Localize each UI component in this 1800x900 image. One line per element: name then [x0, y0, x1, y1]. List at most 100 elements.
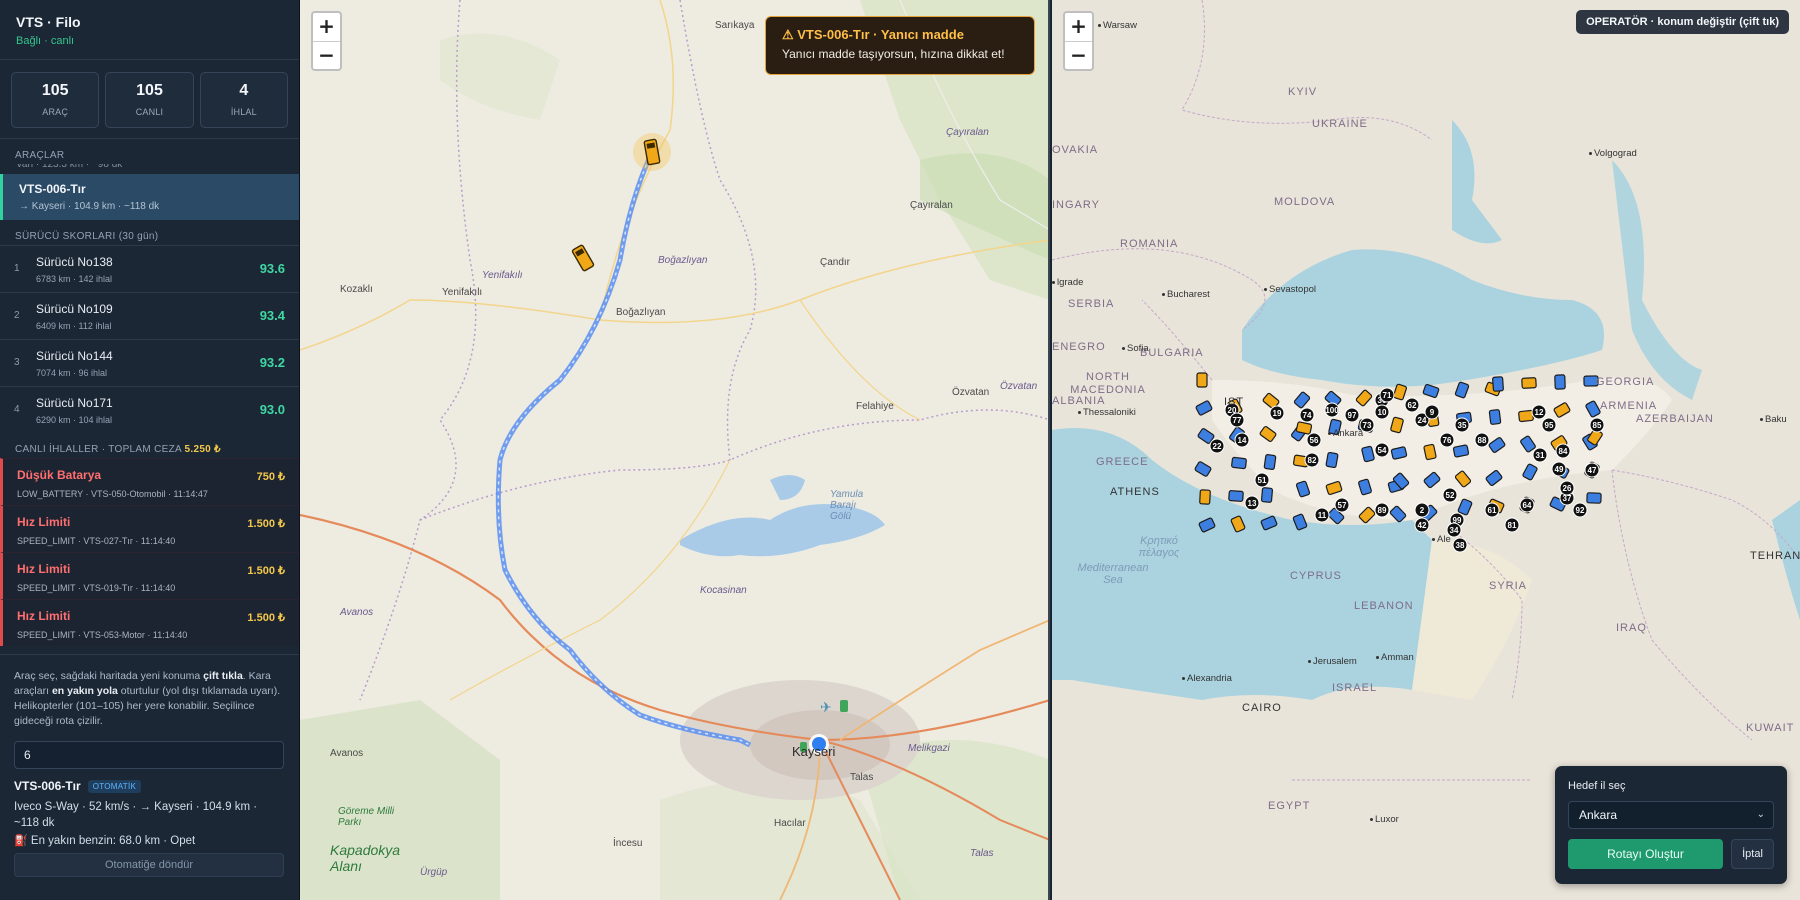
truck-marker[interactable]: [1199, 489, 1211, 505]
stat-label: CANLI: [135, 107, 164, 117]
map-sea: Κρητικό πέλαγος: [1138, 535, 1180, 559]
car-marker[interactable]: [1260, 487, 1274, 503]
vehicle-route: → Kayseri · 104.9 km · ~118 dk: [19, 201, 160, 212]
map-label: İncesu: [613, 838, 643, 849]
map-city: Thessaloniki: [1078, 407, 1136, 418]
driver-row[interactable]: 3 Sürücü No144 7074 km · 96 ihlal 93.2: [0, 339, 299, 386]
vehicle-count-label: 64: [1523, 501, 1532, 510]
vehicle-count-label: 31: [1536, 451, 1545, 460]
warning-title: ⚠ VTS-006-Tır · Yanıcı madde: [782, 27, 964, 42]
map-country: CYPRUS: [1290, 570, 1342, 582]
operator-mode-badge: OPERATÖR · konum değiştir (çift tık): [1576, 10, 1789, 34]
car-marker[interactable]: [1492, 376, 1504, 392]
violation-title: Hız Limiti: [17, 562, 71, 576]
connection-status: Bağlı · canlı: [16, 35, 75, 47]
driver-row[interactable]: 1 Sürücü No138 6783 km · 142 ihlal 93.6: [0, 245, 299, 292]
violation-item[interactable]: Düşük Batarya LOW_BATTERY · VTS-050-Otom…: [0, 458, 299, 505]
truck-marker[interactable]: [1521, 377, 1537, 389]
detail-map[interactable]: ✈ + − Sarıkaya Çayıralan Çayıralan Yenif…: [300, 0, 1050, 900]
violation-item[interactable]: Hız Limiti SPEED_LIMIT · VTS-027-Tır · 1…: [0, 505, 299, 552]
zoom-out-button[interactable]: −: [1065, 41, 1092, 69]
driver-score: 93.2: [259, 355, 285, 370]
zoom-out-button[interactable]: −: [313, 41, 340, 69]
vehicle-list-item-clipped[interactable]: Van · 123.3 km · ~98 dk: [0, 164, 299, 172]
map-country: EGYPT: [1268, 800, 1311, 812]
operator-map[interactable]: 2077741009730102476358812958449373122145…: [1052, 0, 1800, 900]
vehicle-count-label: 26: [1563, 484, 1572, 493]
vehicle-list-item-selected[interactable]: VTS-006-Tır → Kayseri · 104.9 km · ~118 …: [0, 174, 299, 220]
vehicle-count-label: 85: [1593, 421, 1602, 430]
vehicle-count-label: 47: [1588, 466, 1597, 475]
zoom-in-button[interactable]: +: [1065, 13, 1092, 41]
route-panel: Hedef il seç Ankara ⌄ Rotayı Oluştur İpt…: [1555, 766, 1787, 884]
create-route-button[interactable]: Rotayı Oluştur: [1568, 839, 1723, 869]
car-marker[interactable]: [1586, 492, 1602, 504]
violation-item[interactable]: Hız Limiti SPEED_LIMIT · VTS-053-Motor ·…: [0, 599, 299, 646]
car-marker[interactable]: [1231, 456, 1247, 470]
vehicle-count-label: 81: [1508, 521, 1517, 530]
cancel-button[interactable]: İptal: [1731, 839, 1774, 869]
vehicle-count-label: 88: [1478, 436, 1487, 445]
truck-marker[interactable]: [1423, 443, 1437, 461]
map-label: Yamula Barajı Gölü: [830, 489, 864, 522]
map-city: Alexandria: [1182, 673, 1232, 684]
vehicle-count-label: 100: [1325, 406, 1339, 415]
violation-detail: LOW_BATTERY · VTS-050-Otomobil · 11:14:4…: [17, 489, 208, 499]
auto-mode-badge: OTOMATİK: [87, 779, 142, 793]
map-country: NORTH MACEDONIA: [1070, 371, 1146, 396]
car-marker[interactable]: [1263, 454, 1277, 470]
violation-fine: 1.500 ₺: [247, 612, 285, 624]
map-country: IST: [1224, 396, 1245, 408]
car-marker[interactable]: [1452, 444, 1470, 458]
map-city: Luxor: [1370, 814, 1399, 825]
car-marker[interactable]: [1457, 498, 1473, 516]
map-country: KUWAIT: [1746, 722, 1795, 734]
driver-row[interactable]: 4 Sürücü No171 6290 km · 104 ihlal 93.0: [0, 386, 299, 433]
truck-marker[interactable]: [1295, 421, 1313, 435]
car-marker[interactable]: [1325, 451, 1339, 469]
help-bold: çift tıkla: [203, 670, 243, 682]
return-to-auto-button[interactable]: Otomatiğe döndür: [14, 853, 284, 877]
map-label: Ürgüp: [420, 867, 448, 878]
vehicle-count-label: 62: [1408, 401, 1417, 410]
vehicle-count-label: 34: [1450, 526, 1459, 535]
car-marker[interactable]: [1228, 490, 1244, 502]
car-marker[interactable]: [1488, 409, 1502, 425]
vehicle-count-label: 24: [1418, 416, 1427, 425]
map-label: Kocasinan: [700, 585, 747, 596]
map-city: Bucharest: [1162, 289, 1210, 300]
truck-marker[interactable]: [1196, 372, 1208, 388]
app: VTS · Filo Bağlı · canlı 105 ARAÇ 105 CA…: [0, 0, 1800, 900]
operator-map-canvas: 2077741009730102476358812958449373122145…: [1052, 0, 1800, 781]
chevron-down-icon: ⌄: [1756, 809, 1765, 820]
truck-marker[interactable]: [1518, 409, 1534, 423]
vehicle-count-label: 95: [1545, 421, 1554, 430]
violations-heading-label: CANLI İHLALLER · TOPLAM CEZA: [15, 444, 182, 455]
car-marker[interactable]: [1195, 400, 1213, 416]
map-country: ARMENIA: [1600, 400, 1658, 412]
map-label: Çandır: [820, 257, 851, 268]
zoom-in-button[interactable]: +: [313, 13, 340, 41]
driver-name: Sürücü No171: [36, 396, 113, 410]
car-marker[interactable]: [1554, 374, 1566, 390]
driver-score: 93.0: [259, 402, 285, 417]
stat-value: 4: [239, 82, 249, 99]
map-country: IRAQ: [1616, 622, 1647, 634]
map-country: ENEGRO: [1052, 341, 1106, 353]
driver-rank: 1: [14, 263, 20, 274]
map-sea: Mediterranean Sea: [1077, 562, 1149, 586]
vehicle-count-label: 92: [1576, 506, 1585, 515]
stat-value: 105: [136, 82, 163, 99]
violation-fine: 1.500 ₺: [247, 565, 285, 577]
map-country: ALBANIA: [1052, 395, 1106, 407]
violation-item[interactable]: Hız Limiti SPEED_LIMIT · VTS-019-Tır · 1…: [0, 552, 299, 599]
driver-row[interactable]: 2 Sürücü No109 6409 km · 112 ihlal 93.4: [0, 292, 299, 339]
map-label: Kayseri: [792, 744, 836, 759]
car-marker[interactable]: [1194, 461, 1212, 477]
map-country: KYIV: [1288, 86, 1318, 98]
violations-total-fine: 5.250 ₺: [184, 444, 221, 455]
vehicle-select-input[interactable]: [14, 741, 284, 769]
map-country: ATHENS: [1110, 486, 1160, 498]
target-city-select[interactable]: Ankara ⌄: [1568, 801, 1774, 829]
map-label: Avanos: [340, 607, 374, 618]
